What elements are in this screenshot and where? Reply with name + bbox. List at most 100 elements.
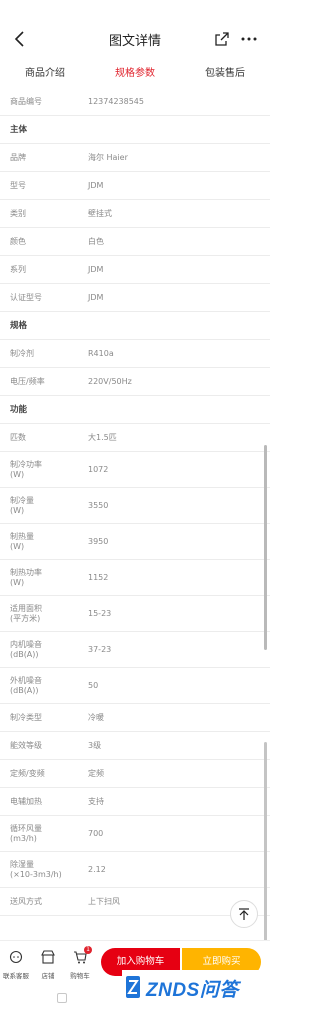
spec-key: 规格 bbox=[10, 320, 28, 331]
spec-key: 适用面积 (平方米) bbox=[10, 603, 42, 623]
spec-key: 内机噪音 (dB(A)) bbox=[10, 639, 42, 659]
spec-value: 支持 bbox=[88, 797, 104, 806]
znds-logo-icon bbox=[126, 976, 140, 998]
spec-key: 制冷类型 bbox=[10, 712, 42, 722]
spec-key: 制热功率 (W) bbox=[10, 567, 42, 587]
spec-row: 除湿量 (×10-3m3/h) 2.12 bbox=[0, 852, 270, 888]
spec-value: 1072 bbox=[88, 465, 109, 474]
shop-label: 店铺 bbox=[41, 972, 55, 980]
back-to-top-button[interactable] bbox=[230, 900, 258, 928]
spec-row: 能效等级 3级 bbox=[0, 732, 270, 760]
spec-key: 商品编号 bbox=[10, 96, 42, 106]
spec-value: 220V/50Hz bbox=[88, 377, 132, 386]
spec-value: 37-23 bbox=[88, 645, 112, 654]
spec-key: 认证型号 bbox=[10, 292, 42, 302]
spec-row: 制冷功率 (W) 1072 bbox=[0, 452, 270, 488]
spec-key: 循环风量 (m3/h) bbox=[10, 823, 42, 843]
spec-value: 冷暖 bbox=[88, 713, 104, 722]
spec-row: 制冷类型 冷暖 bbox=[0, 704, 270, 732]
spec-key: 外机噪音 (dB(A)) bbox=[10, 675, 42, 695]
system-home-button[interactable] bbox=[57, 993, 67, 1003]
spec-value: 50 bbox=[88, 681, 99, 690]
spec-row: 定频/变频 定频 bbox=[0, 760, 270, 788]
spec-key: 型号 bbox=[10, 180, 26, 190]
more-icon[interactable] bbox=[240, 31, 258, 47]
shop-icon bbox=[41, 950, 55, 964]
spec-section-header: 规格 bbox=[0, 312, 270, 340]
spec-value: 海尔 Haier bbox=[88, 153, 128, 162]
spec-row: 制冷剂 R410a bbox=[0, 340, 270, 368]
spec-row: 内机噪音 (dB(A)) 37-23 bbox=[0, 632, 270, 668]
spec-key: 制冷功率 (W) bbox=[10, 459, 42, 479]
spec-value: R410a bbox=[88, 349, 114, 358]
arrow-up-icon bbox=[239, 908, 249, 920]
spec-row: 认证型号 JDM bbox=[0, 284, 270, 312]
spec-value: JDM bbox=[88, 265, 104, 274]
spec-row: 外机噪音 (dB(A)) 50 bbox=[0, 668, 270, 704]
spec-key: 主体 bbox=[10, 124, 28, 135]
tab-specs[interactable]: 规格参数 bbox=[90, 60, 180, 88]
cart-badge: 1 bbox=[84, 946, 92, 954]
spec-row: 制热量 (W) 3950 bbox=[0, 524, 270, 560]
spec-value: 定频 bbox=[88, 769, 104, 778]
spec-key: 功能 bbox=[10, 404, 28, 415]
spec-value: JDM bbox=[88, 181, 104, 190]
tab-packaging[interactable]: 包装售后 bbox=[180, 60, 270, 88]
spec-section-header: 主体 bbox=[0, 116, 270, 144]
spec-key: 品牌 bbox=[10, 152, 26, 162]
spec-value: JDM bbox=[88, 293, 104, 302]
tab-product-intro[interactable]: 商品介绍 bbox=[0, 60, 90, 88]
spec-key: 颜色 bbox=[10, 236, 26, 246]
spec-key: 电辅加热 bbox=[10, 796, 42, 806]
spec-row: 商品编号 12374238545 bbox=[0, 88, 270, 116]
service-label: 联系客服 bbox=[3, 972, 29, 980]
spec-value: 壁挂式 bbox=[88, 209, 112, 218]
spec-key: 送风方式 bbox=[10, 896, 42, 906]
detail-tabs: 商品介绍 规格参数 包装售后 bbox=[0, 60, 270, 88]
spec-value: 3级 bbox=[88, 741, 102, 750]
spec-row: 制冷量 (W) 3550 bbox=[0, 488, 270, 524]
spec-section-header: 功能 bbox=[0, 396, 270, 424]
spec-key: 除湿量 (×10-3m3/h) bbox=[10, 859, 62, 879]
spec-key: 定频/变频 bbox=[10, 768, 45, 778]
spec-value: 2.12 bbox=[88, 865, 106, 874]
spec-row: 品牌 海尔 Haier bbox=[0, 144, 270, 172]
spec-table[interactable]: 商品编号 12374238545 主体品牌 海尔 Haier 型号 JDM 类别 壁挂式颜色 白… bbox=[0, 88, 270, 940]
spec-key: 类别 bbox=[10, 208, 26, 218]
spec-key: 制冷量 (W) bbox=[10, 495, 34, 515]
spec-row: 适用面积 (平方米) 15-23 bbox=[0, 596, 270, 632]
spec-row: 匹数 大1.5匹 bbox=[0, 424, 270, 452]
spec-value: 700 bbox=[88, 829, 104, 838]
watermark-text: ZNDS问答 bbox=[146, 980, 239, 1001]
spec-key: 电压/频率 bbox=[10, 376, 45, 386]
spec-value: 大1.5匹 bbox=[88, 433, 117, 442]
spec-row: 颜色 白色 bbox=[0, 228, 270, 256]
spec-key: 制冷剂 bbox=[10, 348, 34, 358]
spec-row: 电辅加热 支持 bbox=[0, 788, 270, 816]
watermark: ZNDS问答 bbox=[122, 970, 262, 1006]
spec-row: 型号 JDM bbox=[0, 172, 270, 200]
spec-row: 制热功率 (W) 1152 bbox=[0, 560, 270, 596]
scrollbar[interactable] bbox=[264, 445, 267, 650]
spec-row: 循环风量 (m3/h) 700 bbox=[0, 816, 270, 852]
spec-row: 类别 壁挂式 bbox=[0, 200, 270, 228]
spec-key: 制热量 (W) bbox=[10, 531, 34, 551]
spec-value: 15-23 bbox=[88, 609, 112, 618]
spec-row: 系列 JDM bbox=[0, 256, 270, 284]
shop-button[interactable]: 店铺 bbox=[34, 949, 62, 980]
service-button[interactable]: 联系客服 bbox=[2, 949, 30, 980]
scrollbar[interactable] bbox=[264, 742, 267, 942]
spec-key: 系列 bbox=[10, 264, 26, 274]
spec-row: 电压/频率 220V/50Hz bbox=[0, 368, 270, 396]
spec-value: 1152 bbox=[88, 573, 109, 582]
spec-key: 匹数 bbox=[10, 432, 26, 442]
headset-icon bbox=[9, 950, 23, 964]
share-icon[interactable] bbox=[214, 31, 230, 47]
cart-label: 购物车 bbox=[70, 972, 90, 980]
spec-value: 3550 bbox=[88, 501, 109, 510]
spec-value: 3950 bbox=[88, 537, 109, 546]
spec-key: 能效等级 bbox=[10, 740, 42, 750]
spec-value: 12374238545 bbox=[88, 97, 144, 106]
cart-button[interactable]: 1 购物车 bbox=[66, 946, 94, 980]
spec-value: 白色 bbox=[88, 237, 104, 246]
